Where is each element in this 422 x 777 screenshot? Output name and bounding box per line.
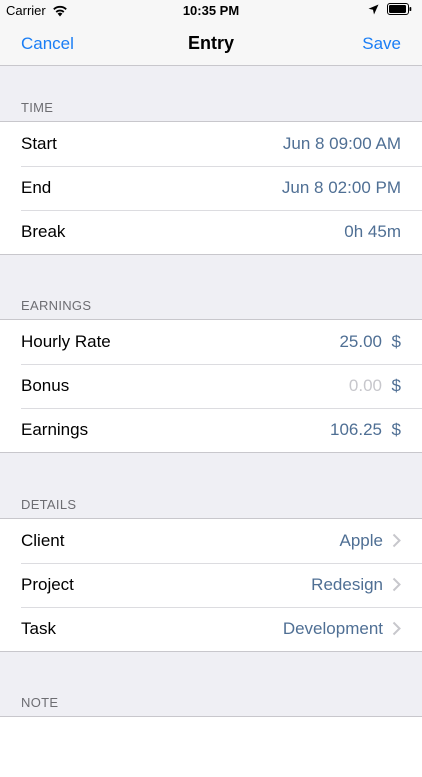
section-header-earnings: EARNINGS — [21, 298, 92, 313]
start-value: Jun 8 09:00 AM — [282, 134, 401, 153]
hourly-rate-unit: $ — [391, 332, 401, 351]
earnings-label: Earnings — [21, 420, 89, 439]
break-label: Break — [21, 222, 66, 241]
details-group: Client Apple Project Redesign Task Devel… — [0, 518, 422, 652]
task-value: Development — [282, 619, 383, 638]
client-label: Client — [21, 531, 65, 550]
location-icon — [368, 4, 379, 14]
chevron-right-icon — [392, 621, 401, 636]
bonus-field[interactable]: 0.00 — [349, 376, 382, 396]
project-row[interactable]: Project Redesign — [0, 563, 422, 607]
hourly-rate-row: Hourly Rate 25.00 $ — [0, 320, 422, 364]
section-header-note: NOTE — [21, 695, 59, 710]
save-button[interactable]: Save — [362, 34, 401, 54]
hourly-rate-label: Hourly Rate — [21, 332, 111, 351]
chevron-right-icon — [392, 577, 401, 592]
section-header-time: TIME — [21, 100, 54, 115]
status-time: 10:35 PM — [182, 3, 240, 18]
bonus-label: Bonus — [21, 376, 70, 395]
break-value: 0h 45m — [344, 222, 401, 241]
note-field[interactable] — [0, 716, 422, 777]
hourly-rate-field[interactable]: 25.00 — [339, 332, 382, 352]
earnings-unit: $ — [391, 420, 401, 439]
end-row[interactable]: End Jun 8 02:00 PM — [0, 166, 422, 210]
earnings-field[interactable]: 106.25 — [330, 420, 382, 440]
earnings-group: Hourly Rate 25.00 $ Bonus 0.00 $ Earning… — [0, 319, 422, 453]
task-row[interactable]: Task Development — [0, 607, 422, 651]
client-value: Apple — [339, 531, 383, 550]
battery-icon — [387, 3, 412, 15]
bonus-unit: $ — [391, 376, 401, 395]
navigation-bar: Cancel Entry Save — [0, 22, 422, 66]
bonus-row: Bonus 0.00 $ — [0, 364, 422, 408]
start-row[interactable]: Start Jun 8 09:00 AM — [0, 122, 422, 166]
client-row[interactable]: Client Apple — [0, 519, 422, 563]
end-label: End — [21, 178, 52, 197]
end-value: Jun 8 02:00 PM — [281, 178, 401, 197]
start-label: Start — [21, 134, 57, 153]
task-label: Task — [21, 619, 56, 638]
chevron-right-icon — [392, 533, 401, 548]
time-group: Start Jun 8 09:00 AM End Jun 8 02:00 PM … — [0, 121, 422, 255]
status-bar: Carrier 10:35 PM — [0, 0, 422, 22]
status-right — [368, 3, 412, 15]
project-value: Redesign — [311, 575, 383, 594]
earnings-row: Earnings 106.25 $ — [0, 408, 422, 452]
section-header-details: DETAILS — [21, 497, 77, 512]
project-label: Project — [21, 575, 74, 594]
page-title: Entry — [187, 33, 234, 53]
break-row[interactable]: Break 0h 45m — [0, 210, 422, 254]
